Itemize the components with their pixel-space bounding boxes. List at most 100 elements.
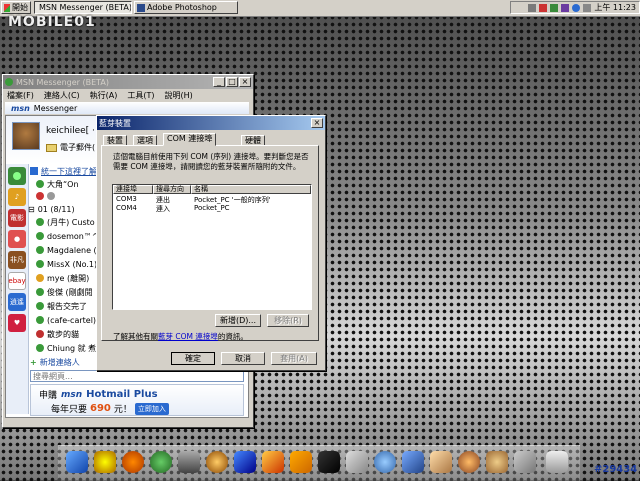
tab-label: ebay — [8, 277, 26, 285]
search-input[interactable] — [30, 370, 244, 382]
ok-button[interactable]: 確定 — [171, 352, 215, 365]
msn-titlebar[interactable]: MSN Messenger (BETA) _ □ × — [3, 75, 253, 89]
contact-item[interactable]: 大角“On — [36, 178, 79, 190]
menu-actions[interactable]: 執行(A) — [90, 90, 118, 101]
close-button[interactable]: × — [239, 77, 251, 87]
photo-icon[interactable] — [430, 451, 452, 473]
side-tabs: ♪ 電影 ● 非凡 ebay 逍遙 ♥ — [6, 164, 29, 414]
chess-icon[interactable] — [178, 451, 200, 473]
tab-contacts[interactable] — [8, 167, 26, 185]
tab-com-ports[interactable]: COM 連接埠 — [163, 133, 217, 146]
msn-buddy-icon — [5, 78, 13, 86]
col-port[interactable]: 連接埠 — [113, 185, 153, 194]
contact-item[interactable]: 俊傑 (剛劇閱 — [36, 286, 93, 298]
busy-icon — [36, 330, 44, 338]
watermark-logo: MOBILE01 — [8, 14, 96, 30]
task-label: Adobe Photoshop — [147, 3, 217, 12]
ad-price: 690 — [90, 403, 111, 414]
music-icon[interactable] — [458, 451, 480, 473]
msn-brand: msn — [11, 103, 30, 113]
add-contact-link[interactable]: + 新增連絡人 — [30, 356, 80, 368]
task-photoshop[interactable]: Adobe Photoshop — [134, 1, 238, 14]
link-prefix: 了解其他有關 — [113, 332, 158, 341]
tab-love[interactable]: ♥ — [8, 314, 26, 332]
start-label: 開始 — [12, 3, 28, 12]
contact-item[interactable] — [36, 190, 55, 202]
menu-help[interactable]: 說明(H) — [165, 90, 193, 101]
menu-tools[interactable]: 工具(T) — [127, 90, 154, 101]
join-now-button[interactable]: 立即加入 — [134, 402, 169, 415]
tab-finance[interactable]: 非凡 — [8, 251, 26, 269]
start-button[interactable]: 開始 — [1, 1, 31, 14]
contact-item[interactable]: mye (離開) — [36, 272, 89, 284]
owl-icon[interactable] — [486, 451, 508, 473]
finder-icon[interactable] — [66, 451, 88, 473]
cd-icon[interactable] — [206, 451, 228, 473]
dock — [58, 445, 580, 481]
tab-movies[interactable]: 電影 — [8, 209, 26, 227]
contact-item[interactable]: dosemon™^ — [36, 230, 99, 242]
safari-icon[interactable] — [374, 451, 396, 473]
col-direction[interactable]: 搜尋方向 — [153, 185, 191, 194]
trash-icon[interactable] — [546, 451, 568, 473]
image-app-icon[interactable] — [234, 451, 256, 473]
contact-item[interactable]: (cafe-cartel) I — [36, 314, 101, 326]
user-name[interactable]: keichilee[ · — [46, 126, 95, 136]
bluetooth-icon[interactable] — [561, 3, 570, 12]
stamp-icon[interactable] — [514, 451, 536, 473]
contact-item[interactable]: Chiung 就 煮 — [36, 342, 96, 354]
network-icon[interactable] — [550, 3, 559, 12]
online-icon — [36, 344, 44, 352]
task-msn-messenger[interactable]: MSN Messenger (BETA) — [34, 1, 132, 14]
menu-file[interactable]: 檔案(F) — [7, 90, 34, 101]
learn-more-link[interactable]: 藍芽 COM 連接埠 — [158, 332, 218, 341]
msn-buddy-icon[interactable] — [150, 451, 172, 473]
minimize-button[interactable]: _ — [213, 77, 225, 87]
online-icon — [36, 246, 44, 254]
col-name[interactable]: 名稱 — [191, 185, 311, 194]
banner-text: 統一下這裡了解 — [41, 166, 97, 176]
group-header[interactable]: ⊟ 01 (8/11) — [28, 203, 75, 215]
window-title: MSN Messenger (BETA) — [16, 77, 110, 87]
contact-item[interactable]: Magdalene ( — [36, 244, 97, 256]
tab-ebay[interactable]: ebay — [8, 272, 26, 290]
info-icon — [30, 167, 38, 175]
bluetooth-manager-icon[interactable] — [572, 3, 581, 12]
mail-link[interactable]: 電子郵件( — [46, 142, 95, 153]
movie-icon[interactable] — [318, 451, 340, 473]
games-icon: ● — [13, 235, 21, 243]
sun-icon[interactable] — [122, 451, 144, 473]
contact-item[interactable]: 報告交完了 — [36, 300, 87, 312]
add-button[interactable]: 新增(D)... — [215, 314, 261, 327]
dialog-titlebar[interactable]: 藍芽裝置 × — [97, 116, 325, 130]
cancel-button[interactable]: 取消 — [221, 352, 265, 365]
hotmail-ad[interactable]: 申購 msn Hotmail Plus 每年只要 690 元！ 立即加入 — [30, 384, 244, 416]
cell-name: Pocket_PC — [194, 204, 230, 212]
menu-contacts[interactable]: 連絡人(C) — [44, 90, 80, 101]
contact-name: 報告交完了 — [47, 301, 87, 311]
keyboard-icon[interactable] — [528, 3, 537, 12]
tab-travel[interactable]: 逍遙 — [8, 293, 26, 311]
sunflower-icon[interactable] — [94, 451, 116, 473]
com-port-list[interactable]: 連接埠 搜尋方向 名稱 COM3 連出 Pocket_PC '一般的序列' CO… — [112, 184, 312, 310]
close-button[interactable]: × — [311, 118, 323, 128]
online-icon — [36, 260, 44, 268]
folder-icon[interactable] — [290, 451, 312, 473]
contact-item[interactable]: MissX (No.1) — [36, 258, 97, 270]
calculator-icon[interactable] — [402, 451, 424, 473]
antivirus-icon[interactable] — [539, 3, 548, 12]
speaker-icon[interactable] — [583, 3, 592, 12]
mail-icon[interactable] — [346, 451, 368, 473]
paint-icon[interactable] — [262, 451, 284, 473]
bluetooth-devices-dialog[interactable]: 藍芽裝置 × 裝置 選項 COM 連接埠 硬體 這個電腦目前使用下列 COM (… — [96, 115, 326, 371]
tab-alerts[interactable]: ♪ — [8, 188, 26, 206]
avatar[interactable] — [12, 122, 40, 150]
remove-button[interactable]: 移除(R) — [267, 314, 309, 327]
ad-price-line: 每年只要 690 元！ 立即加入 — [51, 402, 169, 415]
contact-item[interactable]: (月牛) Custo — [36, 216, 95, 228]
maximize-button[interactable]: □ — [226, 77, 238, 87]
apply-button[interactable]: 套用(A) — [271, 352, 317, 365]
contact-item[interactable]: 散步的貓 — [36, 328, 79, 340]
contact-name: (cafe-cartel) I — [47, 315, 101, 325]
tab-games[interactable]: ● — [8, 230, 26, 248]
